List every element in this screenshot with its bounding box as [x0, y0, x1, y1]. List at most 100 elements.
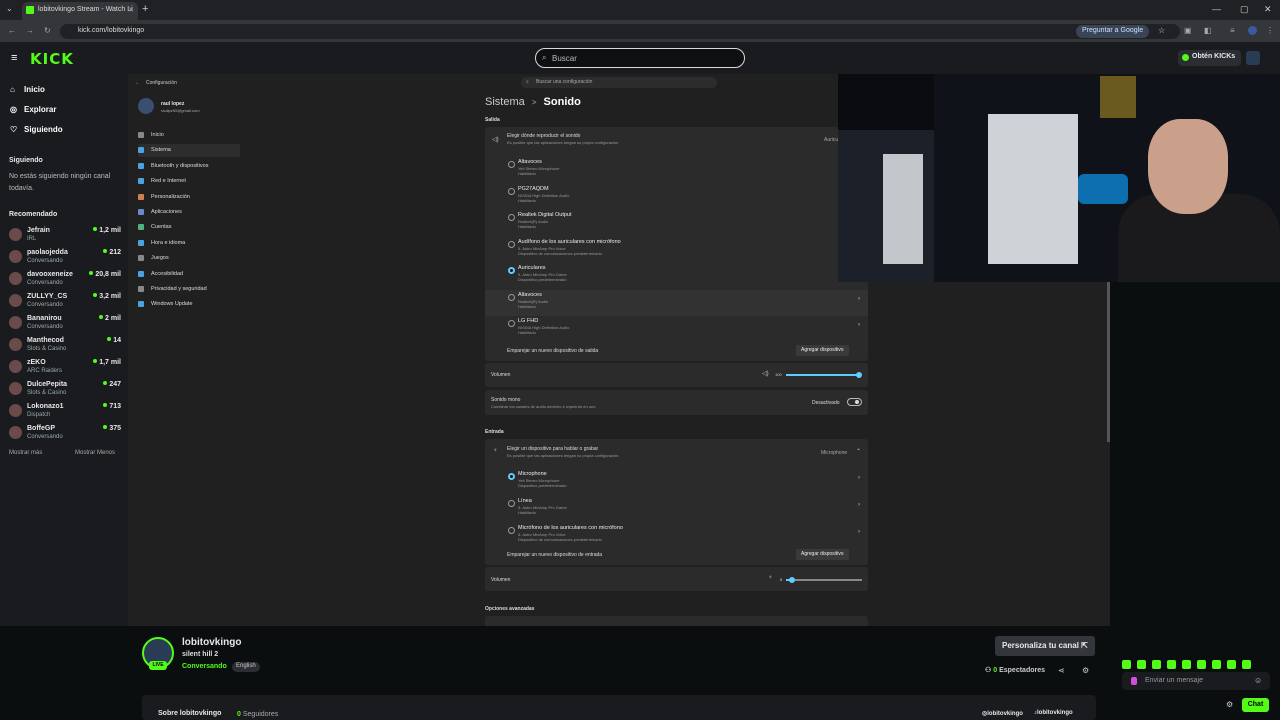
browser-menu-icon[interactable]: ⋮: [1266, 26, 1274, 35]
device-radio[interactable]: [508, 214, 515, 221]
device-radio[interactable]: [508, 187, 515, 195]
device-row[interactable]: Microphone Yeti Stereo Microphone Disposit…: [485, 469, 868, 495]
recommended-channel[interactable]: Lokonazo1 Dispatch 713: [9, 401, 121, 421]
device-row[interactable]: PG27AQDM NVIDIA High Definition Audio Habi…: [485, 184, 868, 210]
nav-explorar[interactable]: ◎ Explorar: [10, 105, 56, 114]
user-settings-icon[interactable]: ⚙: [1082, 666, 1089, 675]
settings-menu-item[interactable]: Juegos: [138, 252, 240, 265]
settings-menu-item[interactable]: Bluetooth y dispositivos: [138, 160, 240, 173]
close-window-icon[interactable]: ✕: [1264, 4, 1272, 15]
recommended-channel[interactable]: DulcePepita Slots & Casino 247: [9, 379, 121, 399]
profile-avatar[interactable]: [1248, 26, 1257, 35]
ask-google-button[interactable]: Preguntar a Google: [1076, 25, 1150, 38]
settings-category-icon: [138, 162, 144, 169]
recommended-channel[interactable]: Jefrain IRL 1,2 mil: [9, 225, 121, 245]
device-radio[interactable]: [508, 161, 515, 168]
device-radio[interactable]: [508, 293, 515, 301]
reload-icon[interactable]: ↻: [44, 26, 51, 35]
choose-input-current[interactable]: Microphone: [821, 450, 847, 456]
kick-logo[interactable]: KICK: [30, 50, 74, 68]
nav-siguiendo[interactable]: ♡ Siguiendo: [10, 125, 63, 134]
settings-menu-item[interactable]: Windows Update: [138, 298, 240, 311]
nav-inicio[interactable]: ⌂ Inicio: [10, 85, 45, 94]
share-icon[interactable]: ⋖: [1058, 666, 1065, 675]
device-row[interactable]: Audífono de los auriculares con micrófon…: [485, 237, 868, 263]
page-scrollbar[interactable]: [1107, 282, 1110, 442]
get-kicks-button[interactable]: Obtén KICKs: [1178, 50, 1242, 66]
device-radio[interactable]: [508, 240, 515, 248]
device-row[interactable]: Realtek Digital Output Realtek(R) Audio Ha…: [485, 210, 868, 236]
device-radio[interactable]: [508, 527, 515, 534]
extensions-puzzle-icon[interactable]: ◧: [1204, 26, 1212, 35]
show-less-link[interactable]: Mostrar Menos: [75, 450, 115, 456]
recommended-channel[interactable]: paolaojedda Conversando 212: [9, 247, 121, 267]
media-icon[interactable]: ≡: [1230, 26, 1235, 35]
recommended-channel[interactable]: davooxeneize Conversando 20,8 mil: [9, 269, 121, 289]
language-tag[interactable]: English: [232, 662, 260, 672]
settings-menu-item[interactable]: Hora e idioma: [138, 237, 240, 250]
settings-menu-item[interactable]: Cuentas: [138, 221, 240, 234]
extension-icon[interactable]: ▣: [1184, 26, 1192, 35]
customize-channel-button[interactable]: Personaliza tu canal ⇱: [995, 636, 1095, 656]
settings-menu-item[interactable]: Aplicaciones: [138, 206, 240, 219]
device-radio[interactable]: [508, 500, 515, 507]
device-row[interactable]: Altavoces Yeti Stereo Microphone Habilitad…: [485, 157, 868, 183]
emoji-icon[interactable]: ☺: [1254, 676, 1262, 685]
back-icon[interactable]: ←: [8, 26, 16, 35]
settings-menu-item[interactable]: Privacidad y seguridad: [138, 283, 240, 296]
recommended-channel[interactable]: ZULLYY_CS Conversando 3,2 mil: [9, 291, 121, 311]
settings-search-input[interactable]: ⌕ Buscar una configuración: [521, 77, 717, 88]
device-radio[interactable]: [508, 320, 515, 327]
settings-user-name: raul lopez: [161, 101, 185, 107]
show-more-link[interactable]: Mostrar más: [9, 450, 42, 456]
recommended-channel[interactable]: Manthecod Slots & Casino 14: [9, 335, 121, 355]
new-tab-icon[interactable]: +: [142, 3, 148, 15]
add-output-device-button[interactable]: Agregar dispositivo: [796, 345, 849, 356]
device-row[interactable]: Auriculares 5- Astro MixAmp Pro Game Dispo…: [485, 263, 868, 289]
output-volume-track[interactable]: [786, 372, 862, 378]
viewer-count: 375: [103, 425, 121, 432]
stream-category[interactable]: Conversando: [182, 663, 227, 670]
url-bar[interactable]: kick.com/lobitovkingo: [60, 24, 1180, 39]
settings-menu-item[interactable]: Personalización: [138, 191, 240, 204]
device-row[interactable]: Línea 5- Astro MixAmp Pro Game Habilitado ›: [485, 496, 868, 522]
chat-send-button[interactable]: Chat: [1242, 698, 1269, 712]
browser-tab[interactable]: lobitovkingo Stream - Watch Li ✕: [22, 2, 138, 20]
add-input-device-button[interactable]: Agregar dispositivo: [796, 549, 849, 560]
breadcrumb-parent[interactable]: Sistema: [485, 96, 525, 108]
settings-menu-item[interactable]: Accesibilidad: [138, 268, 240, 281]
tiktok-link[interactable]: ♪lobitovkingo: [1034, 710, 1073, 716]
mono-toggle[interactable]: [847, 398, 862, 406]
device-row[interactable]: Altavoces Realtek(R) Audio Habilitado ›: [485, 289, 868, 316]
device-radio[interactable]: [508, 267, 515, 274]
chevron-right-icon: ›: [858, 475, 860, 481]
choose-output-current[interactable]: Auricu: [824, 137, 838, 143]
input-volume-track[interactable]: [786, 577, 862, 583]
output-volume-thumb[interactable]: [856, 372, 862, 378]
collapse-chevron-icon[interactable]: ⌃: [856, 448, 861, 455]
maximize-icon[interactable]: ▢: [1240, 4, 1249, 15]
hamburger-menu-icon[interactable]: ≡: [11, 52, 17, 64]
settings-menu-item[interactable]: Inicio: [138, 129, 240, 142]
emote-bar[interactable]: [1122, 656, 1272, 669]
bookmark-star-icon[interactable]: ☆: [1158, 26, 1165, 35]
tab-list-icon[interactable]: ⌄: [6, 4, 13, 13]
minimize-icon[interactable]: —: [1212, 4, 1221, 14]
channel-name[interactable]: lobitovkingo: [182, 637, 241, 648]
search-input[interactable]: ⌕ Buscar: [535, 48, 745, 68]
chat-input[interactable]: Enviar un mensaje: [1122, 672, 1270, 690]
user-avatar[interactable]: [1246, 51, 1260, 65]
forward-icon[interactable]: →: [26, 26, 34, 35]
device-row[interactable]: LG FHD NVIDIA High Definition Audio Habili…: [485, 316, 868, 342]
instagram-link[interactable]: ◎lobitovkingo: [982, 710, 1023, 717]
recommended-channel[interactable]: zEKO ARC Raiders 1,7 mil: [9, 357, 121, 377]
recommended-channel[interactable]: BoffeGP Conversando 375: [9, 423, 121, 443]
chat-settings-icon[interactable]: ⚙: [1226, 700, 1233, 709]
recommended-channel[interactable]: Bananirou Conversando 2 mil: [9, 313, 121, 333]
device-row[interactable]: Micrófono de los auriculares con micrófo…: [485, 523, 868, 549]
device-radio[interactable]: [508, 473, 515, 480]
close-tab-icon[interactable]: ✕: [128, 6, 134, 14]
settings-back-icon[interactable]: ←: [135, 80, 140, 86]
settings-menu-item[interactable]: Red e Internet: [138, 175, 240, 188]
settings-menu-item[interactable]: Sistema: [138, 144, 240, 158]
